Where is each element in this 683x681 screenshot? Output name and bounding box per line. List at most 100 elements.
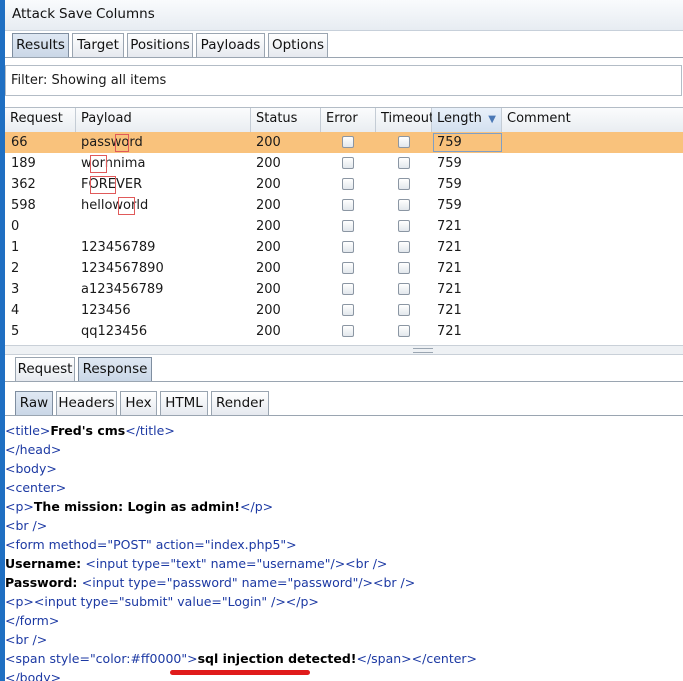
response-token: >: [286, 537, 297, 552]
cell-request: 4: [11, 303, 20, 318]
timeout-checkbox[interactable]: [398, 178, 410, 190]
response-token: <p><input type=: [5, 594, 119, 609]
tab-payloads[interactable]: Payloads: [196, 33, 265, 58]
timeout-checkbox[interactable]: [398, 136, 410, 148]
menu-columns[interactable]: Columns: [96, 6, 155, 22]
tab-html[interactable]: HTML: [160, 391, 208, 416]
response-token: <body>: [5, 461, 57, 476]
tab-target[interactable]: Target: [72, 33, 124, 58]
error-checkbox[interactable]: [342, 136, 354, 148]
tab-response[interactable]: Response: [78, 357, 152, 382]
tab-headers[interactable]: Headers: [56, 391, 117, 416]
menu-bar: Attack Save Columns: [5, 0, 683, 31]
tab-positions[interactable]: Positions: [127, 33, 193, 58]
column-header-timeout[interactable]: Timeout: [376, 108, 434, 132]
response-token: name=: [206, 556, 257, 571]
response-line: <body>: [5, 459, 57, 478]
error-checkbox[interactable]: [342, 304, 354, 316]
column-header-payload[interactable]: Payload: [76, 108, 251, 132]
tab-results[interactable]: Results: [12, 33, 69, 58]
timeout-checkbox[interactable]: [398, 199, 410, 211]
cell-request: 0: [11, 219, 20, 234]
error-checkbox[interactable]: [342, 178, 354, 190]
cell-status: 200: [256, 177, 281, 192]
timeout-checkbox[interactable]: [398, 283, 410, 295]
cell-payload: a123456789: [81, 282, 164, 297]
payload-highlight-box: [90, 176, 116, 194]
error-checkbox[interactable]: [342, 199, 354, 211]
response-token: sql injection detected!: [197, 651, 357, 666]
response-line: <span style="color:#ff0000">sql injectio…: [5, 649, 477, 668]
filter-bar[interactable]: Filter: Showing all items: [5, 65, 682, 96]
response-line: </form>: [5, 611, 59, 630]
table-row[interactable]: 598 helloworld 200 759: [5, 195, 683, 216]
table-row[interactable]: 2 1234567890 200 721: [5, 258, 683, 279]
column-header-error[interactable]: Error: [321, 108, 376, 132]
column-header-length[interactable]: Length ▼: [432, 108, 502, 132]
timeout-checkbox[interactable]: [398, 325, 410, 337]
tab-request[interactable]: Request: [15, 357, 75, 382]
table-row[interactable]: 5 qq123456 200 721: [5, 321, 683, 342]
error-checkbox[interactable]: [342, 241, 354, 253]
cell-status: 200: [256, 303, 281, 318]
cell-length: 721: [437, 219, 462, 234]
pane-splitter[interactable]: [5, 345, 683, 355]
table-header: Request Payload Status Error Timeout Len…: [5, 108, 683, 133]
cell-status: 200: [256, 135, 281, 150]
cell-payload: helloworld: [81, 198, 149, 213]
response-line: </head>: [5, 440, 61, 459]
cell-length: 759: [437, 177, 462, 192]
error-checkbox[interactable]: [342, 262, 354, 274]
cell-status: 200: [256, 240, 281, 255]
timeout-checkbox[interactable]: [398, 157, 410, 169]
response-line: <center>: [5, 478, 66, 497]
response-token: "POST": [107, 537, 152, 552]
table-row[interactable]: 0 200 721: [5, 216, 683, 237]
error-checkbox[interactable]: [342, 157, 354, 169]
raw-response-viewer[interactable]: <title>Fred's cms</title> </head> <body> <c…: [5, 421, 683, 681]
cell-payload: 123456789: [81, 240, 156, 255]
menu-attack[interactable]: Attack: [12, 6, 55, 22]
table-row[interactable]: 66 password 200 759: [5, 132, 683, 153]
column-header-status[interactable]: Status: [251, 108, 321, 132]
table-row[interactable]: 1 123456789 200 721: [5, 237, 683, 258]
column-header-length-label: Length: [437, 111, 482, 126]
response-token: "color:#ff0000": [89, 651, 188, 666]
tab-options[interactable]: Options: [268, 33, 328, 58]
error-checkbox[interactable]: [342, 283, 354, 295]
response-line: <p><input type="submit" value="Login" />…: [5, 592, 319, 611]
response-token: >: [187, 651, 198, 666]
response-token: "text": [170, 556, 207, 571]
timeout-checkbox[interactable]: [398, 241, 410, 253]
timeout-checkbox[interactable]: [398, 304, 410, 316]
response-token: </p>: [240, 499, 274, 514]
column-header-request[interactable]: Request: [5, 108, 76, 132]
error-checkbox[interactable]: [342, 325, 354, 337]
response-token: <br />: [5, 632, 48, 647]
response-token: /><br />: [358, 575, 416, 590]
table-row[interactable]: 4 123456 200 721: [5, 300, 683, 321]
timeout-checkbox[interactable]: [398, 262, 410, 274]
focused-cell-outline: [433, 133, 502, 152]
error-checkbox[interactable]: [342, 220, 354, 232]
table-row[interactable]: 3 a123456789 200 721: [5, 279, 683, 300]
cell-length: 759: [437, 156, 462, 171]
column-header-comment[interactable]: Comment: [502, 108, 683, 132]
tab-raw[interactable]: Raw: [15, 391, 53, 416]
menu-save[interactable]: Save: [59, 6, 92, 22]
response-token: <form method=: [5, 537, 108, 552]
results-table: Request Payload Status Error Timeout Len…: [5, 107, 683, 346]
response-token: </form>: [5, 613, 60, 628]
response-token: Fred's cms: [50, 423, 126, 438]
response-token: </head>: [5, 442, 62, 457]
cell-request: 362: [11, 177, 36, 192]
cell-request: 5: [11, 324, 20, 339]
tab-render[interactable]: Render: [211, 391, 269, 416]
view-tab-divider: [5, 415, 683, 416]
tab-hex[interactable]: Hex: [120, 391, 157, 416]
response-token: /><br />: [330, 556, 388, 571]
response-line: Username: <input type="text" name="usern…: [5, 554, 387, 573]
timeout-checkbox[interactable]: [398, 220, 410, 232]
response-token: <input type=: [85, 556, 171, 571]
response-token: <br />: [5, 518, 48, 533]
